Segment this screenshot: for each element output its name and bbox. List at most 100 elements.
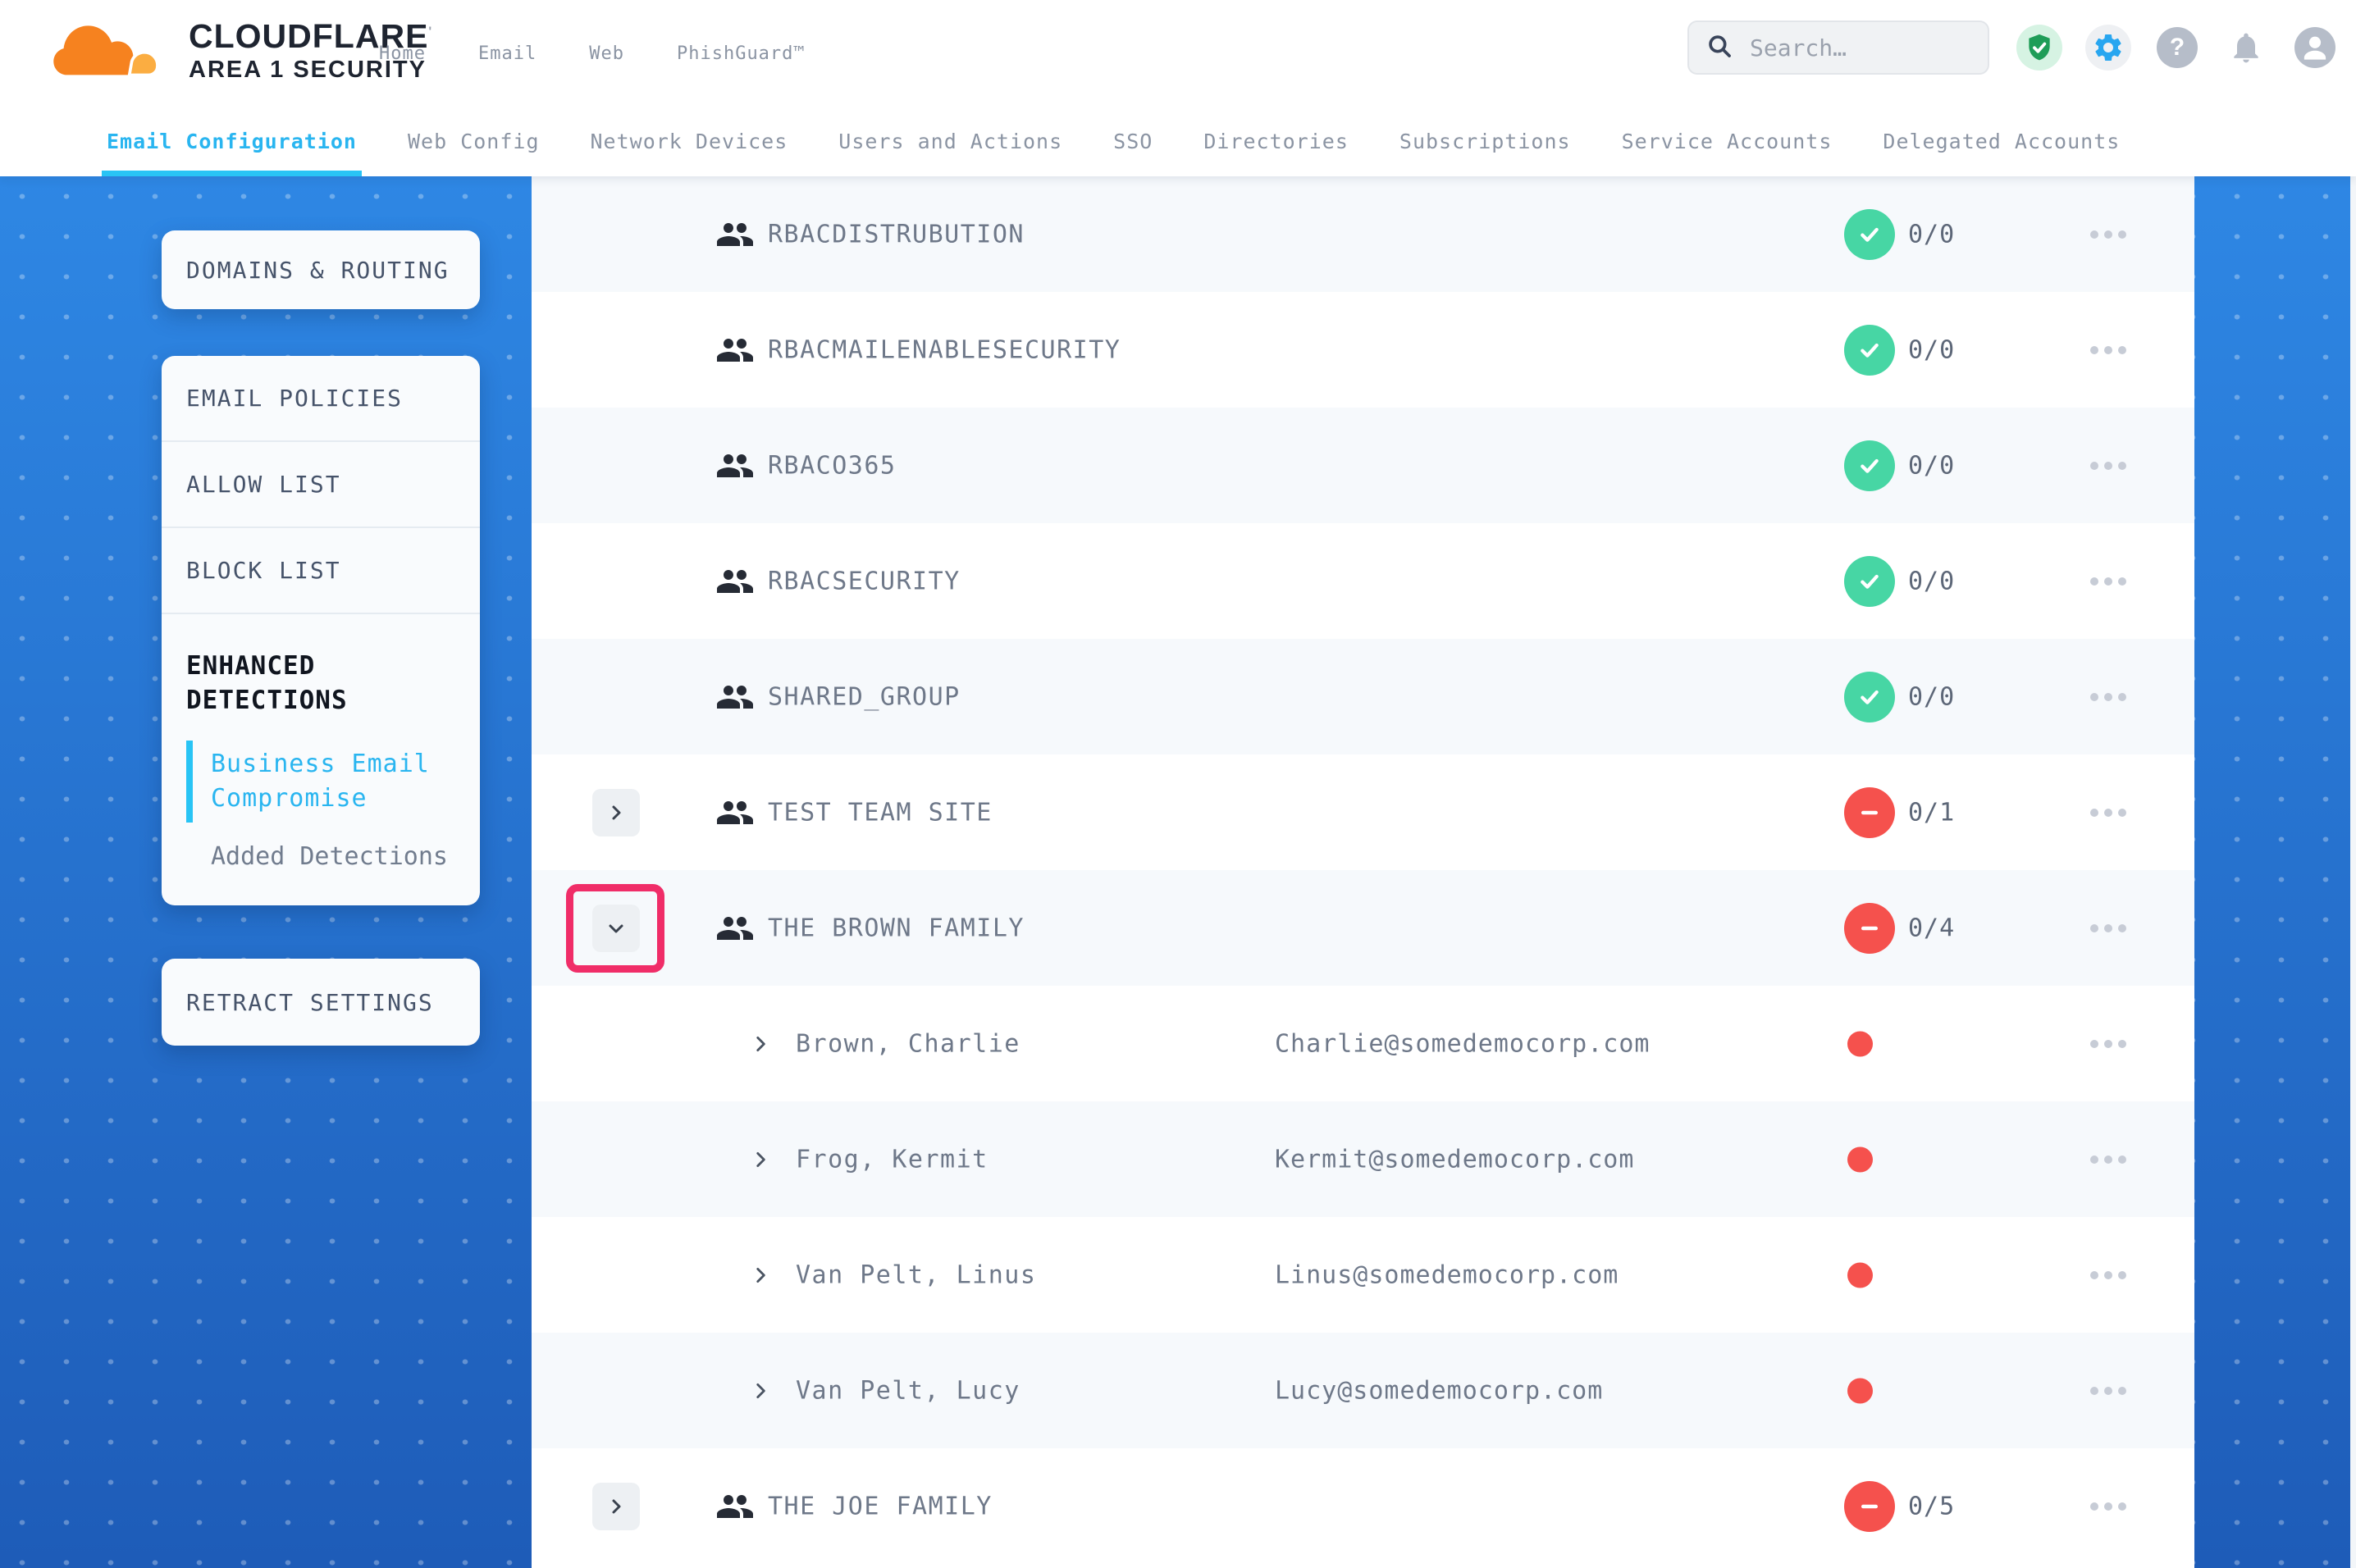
group-row: TEST TEAM SITE 0/1 xyxy=(532,754,2194,870)
help-icon[interactable]: ? xyxy=(2154,25,2200,71)
top-header: CLOUDFLARE' AREA 1 SECURITY Home Email W… xyxy=(0,0,2356,107)
member-row: Frog, KermitKermit@somedemocorp.com xyxy=(532,1101,2194,1217)
row-menu-button[interactable] xyxy=(2090,1040,2126,1048)
domains-routing-label: DOMAINS & ROUTING xyxy=(186,257,450,284)
member-expand-chevron[interactable] xyxy=(750,1380,771,1402)
scrollbar-track[interactable] xyxy=(2350,176,2356,1568)
sidebar-item-business-email-compromise[interactable]: Business Email Compromise xyxy=(186,744,457,819)
status-alert-dot xyxy=(1847,1262,1873,1288)
enhanced-detections-section: ENHANCED DETECTIONS Business Email Compr… xyxy=(162,614,480,871)
cloudflare-brand[interactable]: CLOUDFLARE' AREA 1 SECURITY xyxy=(46,8,432,93)
group-row: THE JOE FAMILY0/5 xyxy=(532,1448,2194,1564)
group-name: RBACMAILENABLESECURITY xyxy=(768,335,1121,364)
member-email: Linus@somedemocorp.com xyxy=(1275,1260,1619,1289)
group-row: RBACO3650/0 xyxy=(532,408,2194,523)
member-count: 0/0 xyxy=(1908,335,1955,364)
group-icon xyxy=(715,330,755,370)
email-policies-label: EMAIL POLICIES xyxy=(186,385,403,412)
tab-users-and-actions[interactable]: Users and Actions xyxy=(838,107,1062,176)
notifications-bell-icon[interactable] xyxy=(2223,25,2269,71)
row-menu-button[interactable] xyxy=(2090,1387,2126,1395)
group-name: RBACO365 xyxy=(768,451,897,480)
search-input[interactable] xyxy=(1748,34,1971,62)
member-row: Van Pelt, Lucy Lucy@somedemocorp.com xyxy=(532,1333,2194,1448)
sidebar-card-retract-settings[interactable]: RETRACT SETTINGS xyxy=(162,959,480,1046)
row-menu-button[interactable] xyxy=(2090,1271,2126,1279)
row-menu-button[interactable] xyxy=(2090,1155,2126,1164)
sidebar-item-allow-list[interactable]: ALLOW LIST xyxy=(162,442,480,528)
member-expand-chevron[interactable] xyxy=(750,1265,771,1286)
group-name: THE BROWN FAMILY xyxy=(768,914,1025,942)
business-email-compromise-label: Business Email Compromise xyxy=(211,750,430,813)
sidebar-item-block-list[interactable]: BLOCK LIST xyxy=(162,528,480,614)
row-menu-button[interactable] xyxy=(2090,346,2126,354)
allow-list-label: ALLOW LIST xyxy=(186,471,341,498)
row-menu-button[interactable] xyxy=(2090,230,2126,239)
groups-panel: RBACDISTRUBUTION0/0RBACMAILENABLESECURIT… xyxy=(532,176,2194,1568)
tab-delegated-accounts[interactable]: Delegated Accounts xyxy=(1883,107,2120,176)
row-menu-button[interactable] xyxy=(2090,693,2126,701)
member-count: 0/0 xyxy=(1908,682,1955,711)
status-alert-dot xyxy=(1847,1146,1873,1172)
tab-subscriptions[interactable]: Subscriptions xyxy=(1399,107,1571,176)
group-name: TEST TEAM SITE xyxy=(768,798,993,827)
status-blocked-badge xyxy=(1844,1481,1895,1532)
status-ok-badge xyxy=(1844,440,1895,491)
group-icon xyxy=(715,446,755,485)
expand-chevron-button[interactable] xyxy=(592,1483,640,1530)
nav-email[interactable]: Email xyxy=(478,43,536,64)
search-icon xyxy=(1705,32,1733,63)
row-menu-button[interactable] xyxy=(2090,577,2126,586)
user-account-icon[interactable] xyxy=(2292,25,2338,71)
row-menu-button[interactable] xyxy=(2090,809,2126,817)
member-count: 0/4 xyxy=(1908,914,1955,942)
group-name: THE JOE FAMILY xyxy=(768,1492,993,1520)
member-row: Brown, CharlieCharlie@somedemocorp.com xyxy=(532,986,2194,1101)
header-icon-group: ? xyxy=(2016,25,2338,71)
tab-service-accounts[interactable]: Service Accounts xyxy=(1622,107,1833,176)
status-ok-badge xyxy=(1844,556,1895,607)
member-count: 0/0 xyxy=(1908,220,1955,248)
block-list-label: BLOCK LIST xyxy=(186,557,341,584)
member-count: 0/1 xyxy=(1908,798,1955,827)
tab-web-config[interactable]: Web Config xyxy=(408,107,540,176)
group-name: SHARED_GROUP xyxy=(768,682,961,711)
row-menu-button[interactable] xyxy=(2090,462,2126,470)
nav-phishguard[interactable]: PhishGuard™ xyxy=(677,43,806,64)
group-name: RBACSECURITY xyxy=(768,567,961,595)
member-expand-chevron[interactable] xyxy=(750,1149,771,1170)
sidebar-card-domains-routing[interactable]: DOMAINS & ROUTING xyxy=(162,230,480,309)
content-area: DOMAINS & ROUTING EMAIL POLICIES ALLOW L… xyxy=(0,176,2356,1568)
sidebar-item-added-detections[interactable]: Added Detections xyxy=(186,842,457,871)
group-row: THE BROWN FAMILY 0/4 xyxy=(532,870,2194,986)
enhanced-detections-heading: ENHANCED DETECTIONS xyxy=(186,649,457,718)
tab-network-devices[interactable]: Network Devices xyxy=(591,107,788,176)
protection-shield-icon[interactable] xyxy=(2016,25,2062,71)
collapse-chevron-button[interactable] xyxy=(592,905,640,952)
status-ok-badge xyxy=(1844,325,1895,376)
group-row: RBACDISTRUBUTION0/0 xyxy=(532,176,2194,292)
sidebar-item-email-policies[interactable]: EMAIL POLICIES xyxy=(162,356,480,442)
settings-gear-icon[interactable] xyxy=(2085,25,2131,71)
tab-directories[interactable]: Directories xyxy=(1203,107,1349,176)
member-expand-chevron[interactable] xyxy=(750,1033,771,1055)
row-menu-button[interactable] xyxy=(2090,1502,2126,1511)
tab-sso[interactable]: SSO xyxy=(1113,107,1153,176)
primary-nav: Home Email Web PhishGuard™ xyxy=(379,0,806,107)
nav-web[interactable]: Web xyxy=(589,43,624,64)
member-email: Lucy@somedemocorp.com xyxy=(1275,1376,1603,1405)
expand-chevron-button[interactable] xyxy=(592,789,640,836)
member-name: Van Pelt, Lucy xyxy=(796,1376,1020,1405)
sidebar-card-email-policies: EMAIL POLICIES ALLOW LIST BLOCK LIST ENH… xyxy=(162,356,480,905)
tab-email-configuration[interactable]: Email Configuration xyxy=(107,107,357,176)
group-row: RBACMAILENABLESECURITY 0/0 xyxy=(532,292,2194,408)
nav-home[interactable]: Home xyxy=(379,43,426,64)
row-menu-button[interactable] xyxy=(2090,924,2126,932)
member-count: 0/0 xyxy=(1908,567,1955,595)
area1-security-app: CLOUDFLARE' AREA 1 SECURITY Home Email W… xyxy=(0,0,2356,1568)
member-name: Van Pelt, Linus xyxy=(796,1260,1036,1289)
search-box[interactable] xyxy=(1687,21,1989,75)
group-icon xyxy=(715,1487,755,1526)
secondary-nav: Email Configuration Web Config Network D… xyxy=(0,107,2356,176)
status-blocked-badge xyxy=(1844,903,1895,954)
